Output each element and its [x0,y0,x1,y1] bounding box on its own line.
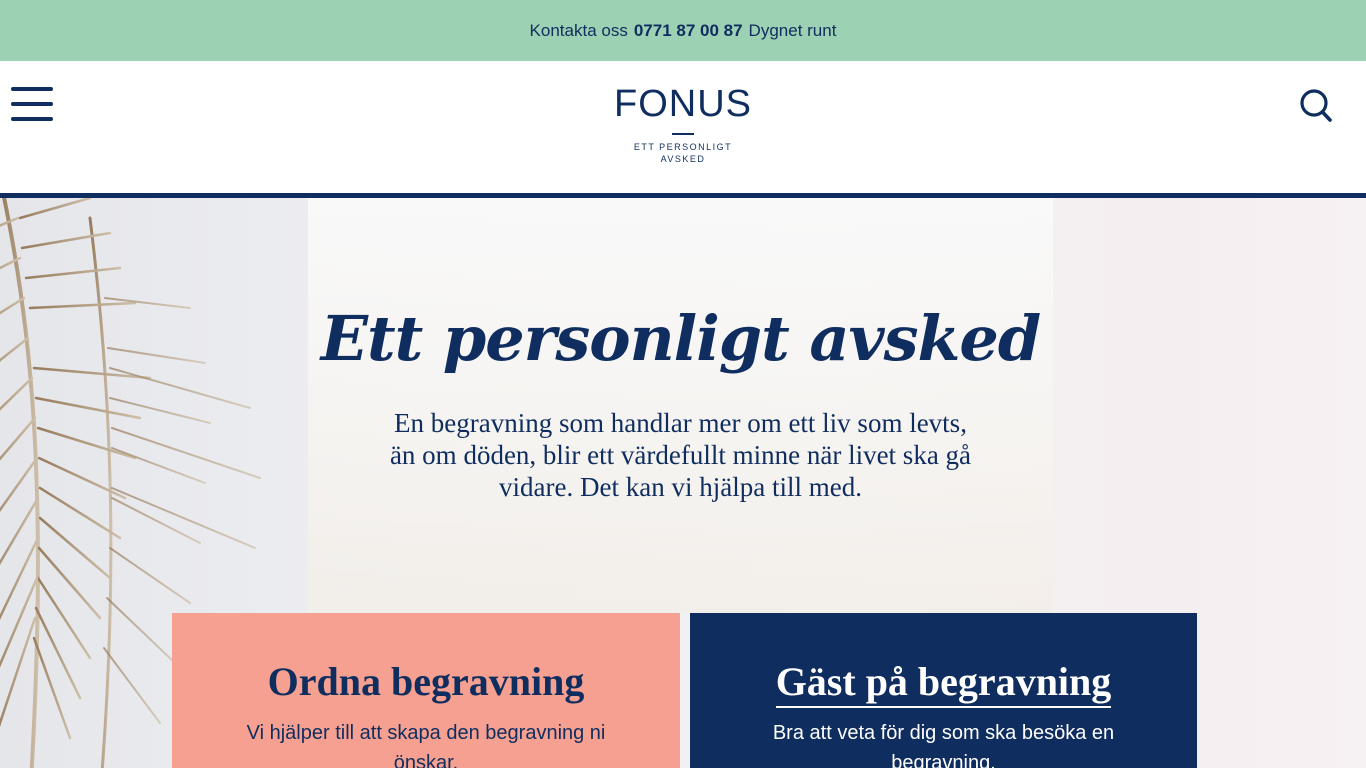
contact-label: Kontakta oss [529,20,628,40]
hero-panel: Ett personligt avsked En begravning som … [308,198,1053,613]
logo-tagline: ETT PERSONLIGT AVSKED [560,141,806,165]
logo-divider [672,133,694,135]
phone-link[interactable]: 0771 87 00 87 [634,21,743,41]
hero-text: En begravning som handlar mer om ett liv… [389,408,972,502]
contact-hours: Dygnet runt [748,20,837,40]
card-title[interactable]: Ordna begravning [172,659,680,705]
hero-section: Ett personligt avsked En begravning som … [0,198,1366,768]
logo-tagline-line2: AVSKED [660,154,706,164]
logo-tagline-line1: ETT PERSONLIGT [633,142,733,152]
fonus-logo[interactable]: FONUS ETT PERSONLIGT AVSKED [560,81,806,165]
search-icon[interactable] [1298,86,1334,126]
card-title-text[interactable]: Gäst på begravning [775,659,1112,708]
funeral-guest-card[interactable]: Gäst på begravning Bra att veta för dig … [690,613,1197,768]
hero-title: Ett personligt avsked [320,302,1041,375]
card-title[interactable]: Gäst på begravning [690,659,1197,708]
site-header: FONUS ETT PERSONLIGT AVSKED [0,61,1366,193]
logo-wordmark: FONUS [614,83,752,125]
arrange-funeral-card[interactable]: Ordna begravning Vi hjälper till att ska… [172,613,680,768]
contact-bar: Kontakta oss 0771 87 00 87 Dygnet runt [0,0,1366,61]
card-text: Vi hjälper till att skapa den begravning… [246,722,606,768]
hamburger-menu-icon[interactable] [11,87,53,121]
card-text: Bra att veta för dig som ska besöka en b… [772,722,1115,768]
